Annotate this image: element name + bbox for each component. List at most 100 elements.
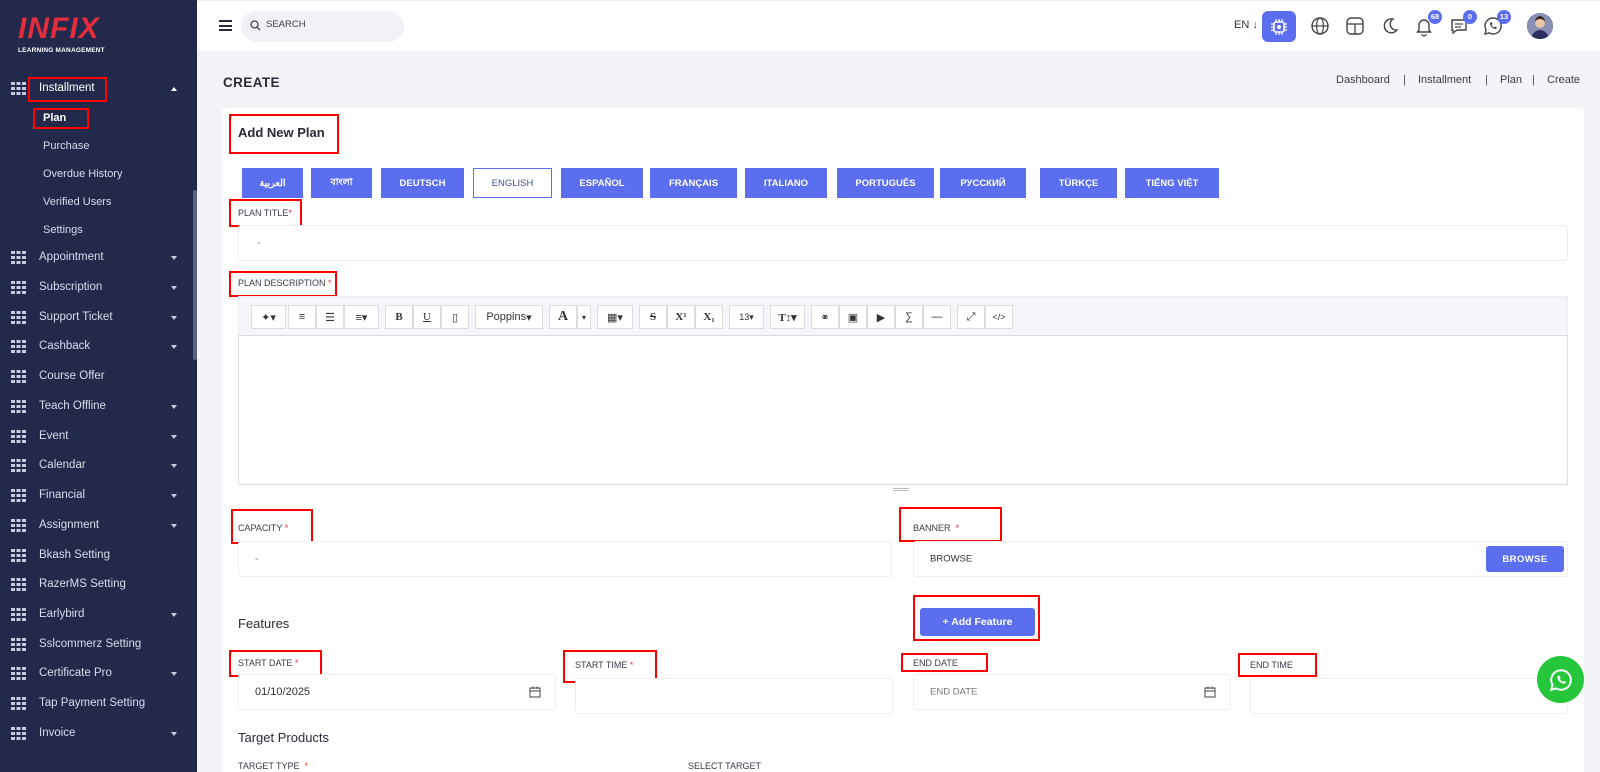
moon-icon[interactable]	[1378, 14, 1402, 38]
link-icon[interactable]: ⚭	[811, 305, 839, 329]
language-tab[interactable]: العربية	[242, 168, 303, 198]
language-tab[interactable]: ESPAÑOL	[561, 168, 643, 198]
end-date-input[interactable]: END DATE	[913, 674, 1231, 710]
sidebar-item-sslcommerz-setting[interactable]: Sslcommerz Setting	[0, 634, 197, 656]
sidebar-scrollbar[interactable]	[193, 190, 197, 360]
sidebar-subitem-overdue-history[interactable]: Overdue History	[43, 168, 122, 180]
globe-icon[interactable]	[1308, 14, 1332, 38]
unordered-list-icon[interactable]: ≡	[288, 305, 316, 329]
sidebar-item-certificate-pro[interactable]: Certificate Pro	[0, 663, 197, 685]
sidebar-item-earlybird[interactable]: Earlybird	[0, 604, 197, 626]
sidebar-item-event[interactable]: Event	[0, 426, 197, 448]
messages-button[interactable]: 0	[1447, 10, 1477, 38]
browse-button[interactable]: BROWSE	[1486, 546, 1564, 572]
banner-file-input[interactable]: BROWSE	[913, 541, 1568, 577]
image-icon[interactable]: ▣	[839, 305, 867, 329]
sidebar-subitem-purchase[interactable]: Purchase	[43, 140, 89, 152]
language-tab[interactable]: FRANÇAIS	[650, 168, 737, 198]
sidebar-item-bkash-setting[interactable]: Bkash Setting	[0, 545, 197, 567]
sidebar-item-label: Financial	[39, 489, 86, 501]
language-selector[interactable]: EN ↓	[1234, 19, 1258, 31]
underline-icon[interactable]: U	[413, 305, 441, 329]
calendar-icon[interactable]	[529, 686, 541, 698]
page-title: CREATE	[223, 75, 280, 90]
language-tab[interactable]: PORTUGUÊS	[837, 168, 934, 198]
grid-icon	[11, 340, 26, 353]
ordered-list-icon[interactable]: ☰	[316, 305, 344, 329]
sidebar-item-teach-offline[interactable]: Teach Offline	[0, 396, 197, 418]
start-time-input[interactable]	[575, 678, 893, 714]
fullscreen-icon[interactable]: ⤢	[957, 305, 985, 329]
search-input[interactable]	[266, 19, 386, 30]
grid-icon	[11, 82, 26, 95]
language-tab[interactable]: TIẾNG VIỆT	[1125, 168, 1219, 198]
brand-logo[interactable]: INFIX LEARNING MANAGEMENT	[18, 14, 128, 60]
chevron-down-icon	[171, 316, 177, 320]
font-size-dropdown[interactable]: 13 ▾	[729, 305, 764, 329]
magic-wand-icon[interactable]: ✦▾	[251, 305, 286, 329]
sidebar-subitem-verified-users[interactable]: Verified Users	[43, 196, 111, 208]
whatsapp-floating-button[interactable]	[1537, 656, 1584, 703]
chevron-down-icon	[171, 732, 177, 736]
sidebar-item-label: Bkash Setting	[39, 549, 110, 561]
sidebar-item-financial[interactable]: Financial	[0, 485, 197, 507]
language-tab[interactable]: ENGLISH	[473, 168, 552, 198]
highlight-box	[1238, 653, 1317, 677]
sidebar-item-support-ticket[interactable]: Support Ticket	[0, 307, 197, 329]
color-dropdown-icon[interactable]: ▾	[577, 305, 591, 329]
menu-icon[interactable]	[219, 20, 232, 31]
chevron-up-icon	[171, 87, 177, 91]
whatsapp-top-button[interactable]: 13	[1481, 10, 1511, 38]
align-icon[interactable]: ≡▾	[344, 305, 379, 329]
language-tab[interactable]: বাংলা	[311, 168, 372, 198]
code-view-icon[interactable]: </>	[985, 305, 1013, 329]
subscript-icon[interactable]: X₁	[695, 305, 723, 329]
sidebar-item-razerms-setting[interactable]: RazerMS Setting	[0, 574, 197, 596]
eraser-icon[interactable]: ▯	[441, 305, 469, 329]
notification-button[interactable]: 68	[1412, 10, 1442, 38]
language-tab[interactable]: ITALIANO	[745, 168, 827, 198]
sidebar-subitem-settings[interactable]: Settings	[43, 224, 83, 236]
sigma-icon[interactable]: ∑	[895, 305, 923, 329]
bold-icon[interactable]: B	[385, 305, 413, 329]
sidebar-item-label: Subscription	[39, 281, 103, 293]
strikethrough-icon[interactable]: S	[639, 305, 667, 329]
breadcrumb-installment[interactable]: Installment	[1418, 74, 1471, 86]
sidebar-item-calendar[interactable]: Calendar	[0, 455, 197, 477]
table-icon[interactable]: ▦▾	[597, 305, 633, 329]
sidebar-item-tap-payment-setting[interactable]: Tap Payment Setting	[0, 693, 197, 715]
capacity-input[interactable]: -	[238, 541, 892, 577]
sidebar-item-assignment[interactable]: Assignment	[0, 515, 197, 537]
sidebar-item-cashback[interactable]: Cashback	[0, 336, 197, 358]
sidebar-item-subscription[interactable]: Subscription	[0, 277, 197, 299]
breadcrumb-dashboard[interactable]: Dashboard	[1336, 74, 1390, 86]
layout-icon[interactable]	[1343, 14, 1367, 38]
end-time-input[interactable]	[1250, 678, 1568, 714]
description-editor[interactable]	[238, 335, 1568, 485]
language-tab[interactable]: DEUTSCH	[381, 168, 464, 198]
avatar[interactable]	[1527, 13, 1553, 39]
language-tab[interactable]: РУССКИЙ	[940, 168, 1026, 198]
language-tab[interactable]: TÜRKÇE	[1040, 168, 1117, 198]
chip-icon-button[interactable]	[1262, 11, 1296, 42]
sidebar-item-appointment[interactable]: Appointment	[0, 247, 197, 269]
plan-title-input[interactable]: -	[238, 225, 1568, 261]
line-height-icon[interactable]: T↕▾	[770, 305, 805, 329]
calendar-icon[interactable]	[1204, 686, 1216, 698]
video-icon[interactable]: ▶	[867, 305, 895, 329]
sidebar-item-label: Invoice	[39, 727, 76, 739]
text-color-icon[interactable]: A	[549, 305, 577, 329]
sidebar-item-course-offer[interactable]: Course Offer	[0, 366, 197, 388]
start-date-input[interactable]: 01/10/2025	[238, 674, 556, 710]
target-type-label: TARGET TYPE *	[238, 761, 308, 771]
chevron-down-icon	[171, 405, 177, 409]
breadcrumb-plan[interactable]: Plan	[1500, 74, 1522, 86]
superscript-icon[interactable]: X¹	[667, 305, 695, 329]
search-box[interactable]	[241, 11, 404, 42]
highlight-box	[33, 108, 89, 129]
editor-resize-handle[interactable]	[893, 488, 909, 491]
horizontal-rule-icon[interactable]: —	[923, 305, 951, 329]
sidebar-item-invoice[interactable]: Invoice	[0, 723, 197, 745]
font-family-dropdown[interactable]: Poppins ▾	[475, 305, 543, 329]
chip-icon	[1271, 19, 1287, 35]
